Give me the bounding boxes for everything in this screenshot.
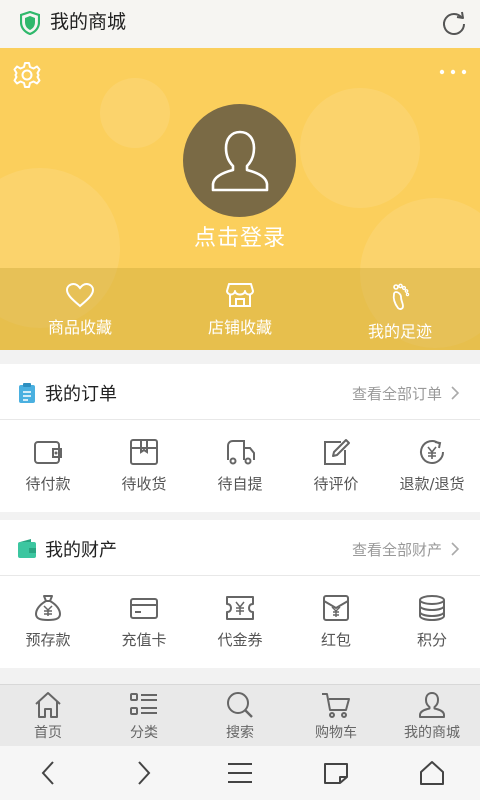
decor-bubble — [100, 78, 170, 148]
asset-label: 预存款 — [25, 631, 71, 649]
section-title: 我的财产 — [45, 540, 117, 561]
chevron-right-icon — [138, 761, 151, 785]
user-silhouette-icon — [211, 130, 268, 191]
assets-section: 我的财产 查看全部财产 预存款 充值卡 代金券 红包 积分 — [0, 520, 480, 668]
asset-prepaid-deposit[interactable]: 预存款 — [0, 576, 96, 668]
favorites-bar: 商品收藏 店铺收藏 我的足迹 — [0, 268, 480, 350]
assets-header[interactable]: 我的财产 查看全部财产 — [0, 520, 480, 576]
favorite-products-button[interactable]: 商品收藏 — [0, 268, 160, 350]
orders-header[interactable]: 我的订单 查看全部订单 — [0, 364, 480, 420]
order-label: 待自提 — [217, 475, 263, 493]
package-icon — [130, 439, 158, 465]
shield-icon — [19, 10, 41, 39]
tab-label: 首页 — [34, 725, 62, 741]
cart-icon — [322, 693, 350, 718]
edit-icon — [324, 439, 350, 465]
refund-icon — [420, 440, 444, 464]
decor-bubble — [300, 88, 420, 208]
money-bag-icon — [34, 595, 62, 622]
forward-button[interactable] — [96, 746, 192, 800]
asset-red-envelope[interactable]: 红包 — [288, 576, 384, 668]
coins-icon — [419, 595, 445, 622]
favorite-stores-button[interactable]: 店铺收藏 — [160, 268, 320, 350]
asset-label: 代金券 — [217, 631, 263, 649]
asset-recharge-card[interactable]: 充值卡 — [96, 576, 192, 668]
tab-category[interactable]: 分类 — [96, 685, 192, 746]
window-icon — [324, 763, 348, 784]
tab-cart[interactable]: 购物车 — [288, 685, 384, 746]
truck-icon — [227, 440, 255, 465]
more-dots-icon[interactable] — [438, 62, 468, 81]
store-icon — [226, 283, 254, 307]
order-pending-payment[interactable]: 待付款 — [0, 420, 96, 512]
view-all-orders-link[interactable]: 查看全部订单 — [352, 383, 442, 404]
asset-label: 充值卡 — [121, 631, 167, 649]
menu-button[interactable] — [192, 746, 288, 800]
heart-icon — [65, 282, 95, 308]
top-bar: 我的商城 — [0, 0, 480, 48]
refresh-icon[interactable] — [440, 9, 468, 41]
window-button[interactable] — [288, 746, 384, 800]
my-mall-page: 我的商城 点击登录 商品收藏 店铺收藏 我的足迹 我的订单 查看全部订单 待付款… — [0, 0, 480, 800]
tab-label: 分类 — [130, 725, 158, 741]
chevron-left-icon — [41, 761, 54, 785]
asset-points[interactable]: 积分 — [384, 576, 480, 668]
order-pending-pickup[interactable]: 待自提 — [192, 420, 288, 512]
my-footprints-button[interactable]: 我的足迹 — [320, 268, 480, 350]
voucher-icon — [226, 596, 254, 620]
house-icon — [420, 761, 444, 785]
tab-home[interactable]: 首页 — [0, 685, 96, 746]
hero-item-label: 商品收藏 — [47, 318, 112, 337]
clipboard-icon — [17, 382, 37, 408]
chevron-right-icon — [450, 385, 460, 405]
order-label: 退款/退货 — [399, 475, 465, 493]
asset-label: 红包 — [320, 631, 351, 649]
order-pending-review[interactable]: 待评价 — [288, 420, 384, 512]
tab-search[interactable]: 搜索 — [192, 685, 288, 746]
footprint-icon — [392, 283, 410, 310]
order-pending-receipt[interactable]: 待收货 — [96, 420, 192, 512]
tab-label: 购物车 — [315, 725, 357, 741]
tab-my-mall[interactable]: 我的商城 — [384, 685, 480, 746]
view-all-assets-link[interactable]: 查看全部财产 — [352, 539, 442, 560]
home-system-button[interactable] — [384, 746, 480, 800]
profile-banner: 点击登录 商品收藏 店铺收藏 我的足迹 — [0, 48, 480, 350]
section-title: 我的订单 — [45, 384, 117, 405]
asset-label: 积分 — [416, 631, 447, 649]
orders-section: 我的订单 查看全部订单 待付款 待收货 待自提 待评价 退款/退货 — [0, 364, 480, 512]
orders-row: 待付款 待收货 待自提 待评价 退款/退货 — [0, 420, 480, 512]
tab-label: 我的商城 — [404, 725, 460, 741]
home-icon — [35, 692, 61, 718]
order-refund-return[interactable]: 退款/退货 — [384, 420, 480, 512]
page-title: 我的商城 — [50, 11, 127, 33]
back-button[interactable] — [0, 746, 96, 800]
list-icon — [130, 693, 157, 715]
hero-item-label: 我的足迹 — [367, 322, 432, 341]
red-envelope-icon — [323, 595, 349, 621]
avatar[interactable] — [183, 104, 296, 217]
bottom-tab-bar: 首页 分类 搜索 购物车 我的商城 — [0, 684, 480, 746]
assets-row: 预存款 充值卡 代金券 红包 积分 — [0, 576, 480, 668]
tab-label: 搜索 — [226, 725, 254, 741]
order-label: 待付款 — [25, 475, 71, 493]
wallet-green-icon — [17, 538, 37, 564]
order-label: 待评价 — [313, 475, 359, 493]
system-nav-bar — [0, 746, 480, 800]
settings-gear-icon[interactable] — [12, 60, 42, 94]
wallet-icon — [34, 441, 62, 464]
user-icon — [419, 692, 445, 718]
login-link[interactable]: 点击登录 — [0, 220, 480, 252]
card-icon — [130, 598, 158, 619]
order-label: 待收货 — [121, 475, 167, 493]
asset-voucher[interactable]: 代金券 — [192, 576, 288, 668]
hero-item-label: 店铺收藏 — [207, 318, 272, 337]
search-icon — [227, 692, 253, 718]
hamburger-menu-icon — [228, 763, 252, 783]
chevron-right-icon — [450, 541, 460, 561]
